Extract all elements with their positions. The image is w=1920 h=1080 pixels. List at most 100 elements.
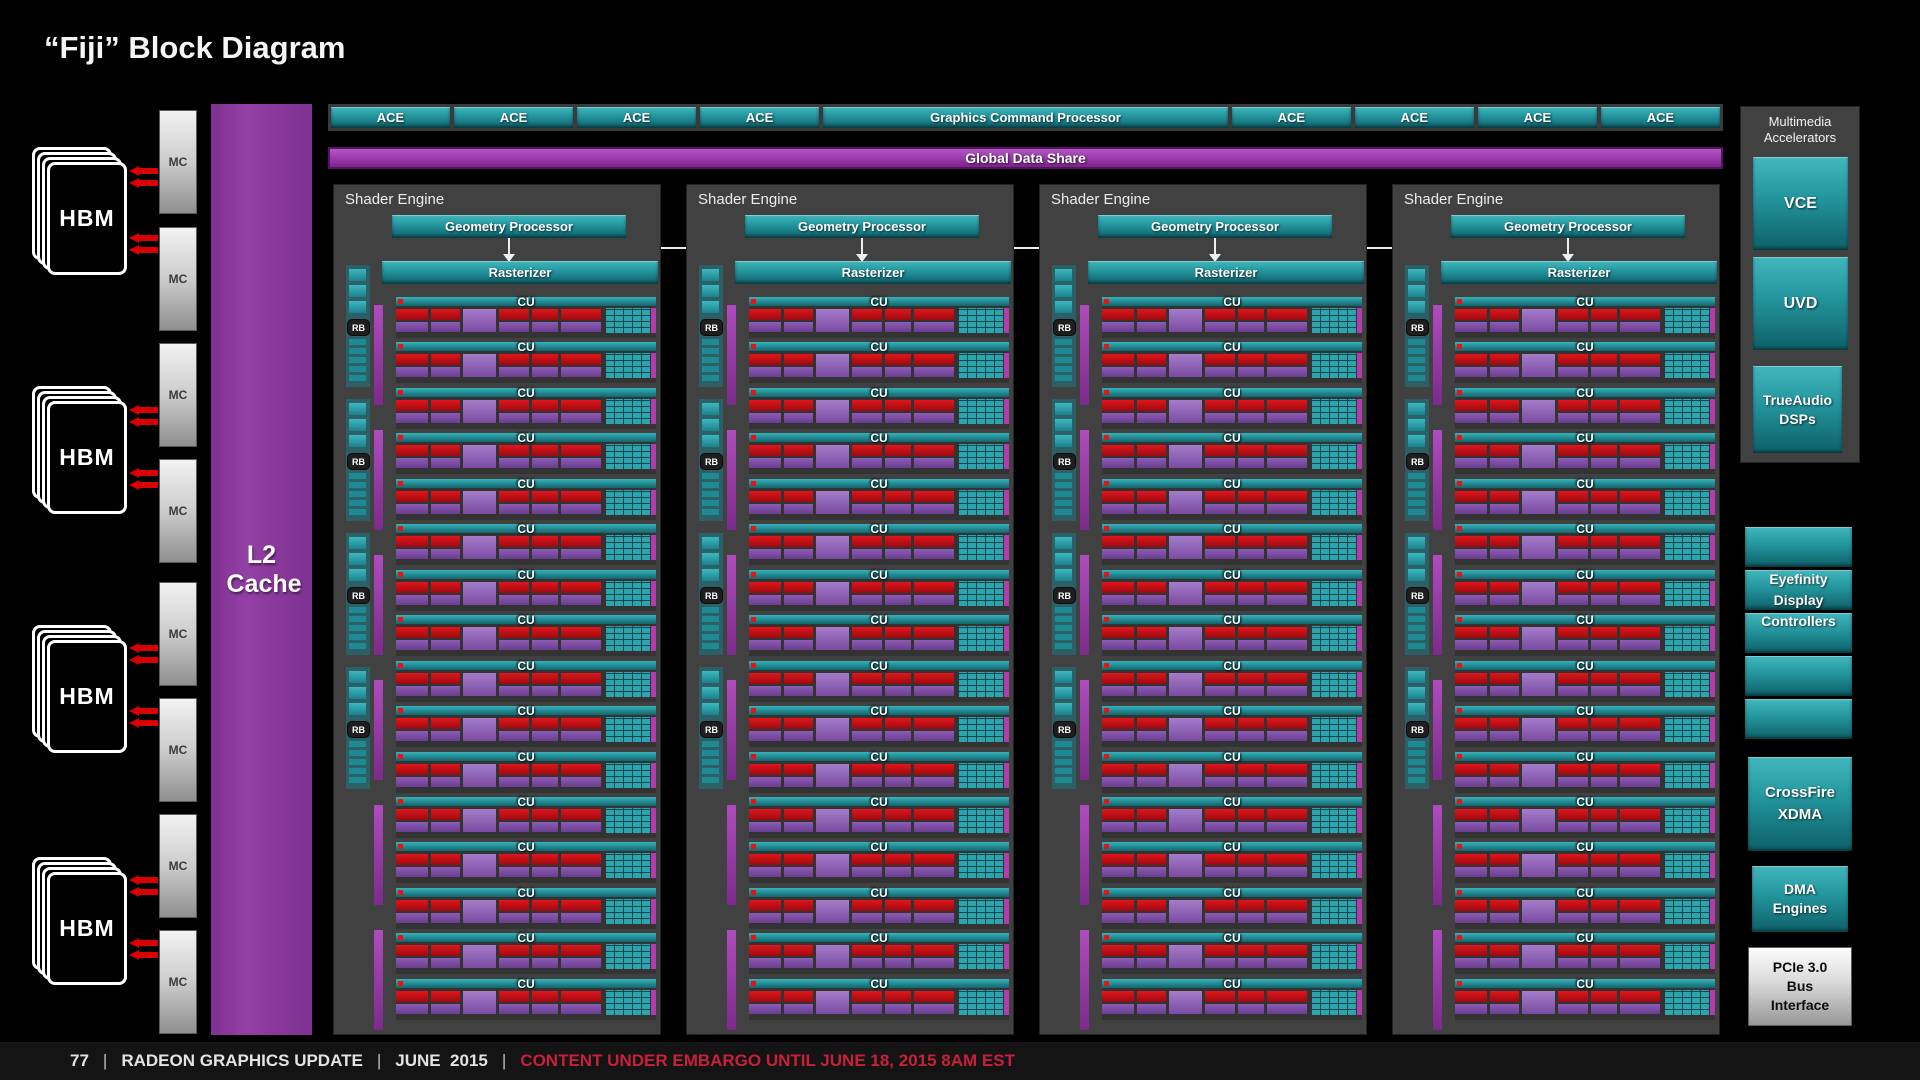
- cu-label: CU: [749, 522, 1009, 536]
- cu-texture-grid: [1665, 535, 1709, 560]
- cu-register-purple-bar: [852, 731, 882, 741]
- rb-unit: RB: [699, 533, 723, 655]
- cu-simd-red-bar: [396, 582, 428, 593]
- cu-texture-grid: [959, 763, 1003, 788]
- cu-lds-bar: [1357, 990, 1362, 1015]
- rb-cell: [702, 671, 719, 683]
- cu-texture-grid: [1665, 717, 1709, 742]
- cu-simd-red-bar: [1455, 400, 1487, 411]
- cu-register-purple-bar: [914, 640, 954, 650]
- cu-simd-red-bar: [1591, 991, 1617, 1002]
- command-processor-strip: ACEACEACEACEGraphics Command ProcessorAC…: [328, 104, 1723, 131]
- memory-controller-block: MC: [159, 343, 197, 447]
- cu-register-purple-bar: [396, 595, 428, 605]
- cu-register-purple-bar: [532, 958, 558, 968]
- cu-register-purple-bar: [914, 686, 954, 696]
- cu-simd-red-bar: [1267, 491, 1307, 502]
- cu-register-purple-bar: [499, 322, 529, 332]
- cu-lds-bar: [1004, 672, 1009, 697]
- cu-lds-bar: [1004, 853, 1009, 878]
- rb-stripe: [349, 366, 366, 372]
- cu-simd-red-bar: [396, 945, 428, 956]
- cu-label: CU: [749, 340, 1009, 354]
- cu-register-purple-bar: [914, 367, 954, 377]
- cu-register-purple-bar: [1267, 413, 1307, 423]
- cu-register-purple-bar: [1137, 867, 1166, 877]
- cu-label: CU: [1455, 340, 1715, 354]
- ace-block: ACE: [1232, 107, 1351, 128]
- cu-register-purple-bar: [532, 504, 558, 514]
- trueaudio-dsps-block: TrueAudio DSPs: [1753, 366, 1842, 453]
- cu-simd-red-bar: [749, 445, 781, 456]
- cu-simd-red-bar: [885, 809, 911, 820]
- cu-register-purple-bar: [1102, 504, 1134, 514]
- cu-scheduler-block: [463, 809, 496, 832]
- cu-register-purple-bar: [532, 867, 558, 877]
- rb-cell: [702, 703, 719, 715]
- rb-stripe: [1055, 339, 1072, 345]
- cu-simd-red-bar: [1267, 809, 1307, 820]
- cu-simd-red-bar: [396, 673, 428, 684]
- cu-texture-grid: [1665, 853, 1709, 878]
- multimedia-accelerators-panel: Multimedia Accelerators VCE UVD TrueAudi…: [1740, 106, 1860, 463]
- cu-lds-bar: [1710, 444, 1715, 469]
- cu-register-purple-bar: [852, 413, 882, 423]
- uvd-label: UVD: [1784, 295, 1818, 313]
- shader-engine-panel: Shader EngineGeometry ProcessorRasterize…: [1039, 184, 1367, 1035]
- cu-simd-red-bar: [1620, 945, 1660, 956]
- rb-stripe: [1055, 375, 1072, 381]
- cu-simd-red-bar: [561, 309, 601, 320]
- cu-texture-grid: [959, 444, 1003, 469]
- cu-register-purple-bar: [914, 867, 954, 877]
- cu-texture-grid: [959, 990, 1003, 1015]
- l2-cache-block: L2 Cache: [211, 104, 312, 1035]
- cu-scheduler-block: [816, 445, 849, 468]
- cu-simd-red-bar: [885, 445, 911, 456]
- rb-stripe: [1055, 759, 1072, 765]
- cu-simd-red-bar: [532, 673, 558, 684]
- shader-engine-label: Shader Engine: [698, 191, 797, 208]
- cu-register-purple-bar: [1558, 322, 1588, 332]
- cu-label: CU: [1455, 431, 1715, 445]
- cu-row: CU: [396, 479, 656, 520]
- cu-register-purple-bar: [1205, 958, 1235, 968]
- rb-stripe: [1055, 750, 1072, 756]
- cu-scheduler-block: [1169, 764, 1202, 787]
- cu-simd-red-bar: [431, 354, 460, 365]
- rb-cell: [1408, 553, 1425, 565]
- rb-badge: RB: [1406, 587, 1429, 604]
- cu-scheduler-block: [816, 991, 849, 1014]
- cu-simd-red-bar: [885, 991, 911, 1002]
- cu-texture-grid: [1312, 399, 1356, 424]
- cu-simd-red-bar: [1102, 945, 1134, 956]
- cu-simd-red-bar: [885, 900, 911, 911]
- cu-scheduler-block: [463, 673, 496, 696]
- export-bus-bar: [1080, 805, 1089, 905]
- cu-simd-red-bar: [1102, 627, 1134, 638]
- cu-simd-red-bar: [561, 354, 601, 365]
- cu-register-purple-bar: [431, 458, 460, 468]
- rb-cell: [1408, 403, 1425, 415]
- cu-register-purple-bar: [749, 822, 781, 832]
- cu-register-purple-bar: [1620, 367, 1660, 377]
- cu-register-purple-bar: [561, 458, 601, 468]
- rb-stripe: [702, 500, 719, 506]
- cu-simd-red-bar: [431, 764, 460, 775]
- rb-unit: RB: [1052, 533, 1076, 655]
- cu-label: CU: [1102, 795, 1362, 809]
- cu-scheduler-block: [1169, 673, 1202, 696]
- cu-simd-red-bar: [914, 809, 954, 820]
- cu-label: CU: [1455, 977, 1715, 991]
- cu-register-purple-bar: [885, 686, 911, 696]
- cu-label: CU: [396, 477, 656, 491]
- cu-label: CU: [396, 886, 656, 900]
- cu-simd-red-bar: [1455, 309, 1487, 320]
- cu-register-purple-bar: [914, 777, 954, 787]
- cu-simd-red-bar: [885, 491, 911, 502]
- cu-simd-red-bar: [1591, 627, 1617, 638]
- cu-simd-red-bar: [749, 491, 781, 502]
- cu-lds-bar: [1004, 399, 1009, 424]
- cu-row: CU: [396, 888, 656, 929]
- cu-texture-grid: [1665, 308, 1709, 333]
- cu-register-purple-bar: [784, 1004, 813, 1014]
